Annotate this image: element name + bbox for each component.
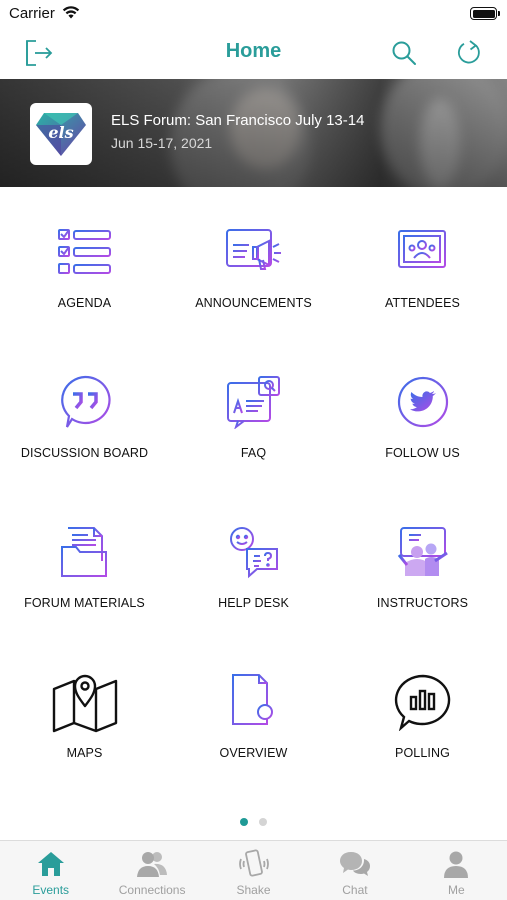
polling-chart-bubble-icon (388, 667, 458, 737)
event-title: ELS Forum: San Francisco July 13-14 (111, 112, 365, 129)
tab-shake[interactable]: Shake (203, 841, 304, 900)
tile-label: FAQ (240, 446, 267, 460)
twitter-bird-icon (388, 367, 458, 437)
tab-label: Connections (118, 883, 186, 897)
help-desk-icon (219, 517, 289, 587)
help-desk-tile[interactable]: HELP DESK (169, 487, 338, 637)
overview-tile[interactable]: OVERVIEW (169, 637, 338, 787)
tile-label: MAPS (66, 746, 103, 760)
tile-label: HELP DESK (218, 596, 289, 610)
tile-label: POLLING (395, 746, 450, 760)
announcements-tile[interactable]: ANNOUNCEMENTS (169, 187, 338, 337)
tile-label: ATTENDEES (385, 296, 460, 310)
phone-shake-icon (238, 849, 270, 879)
follow-us-tile[interactable]: FOLLOW US (338, 337, 507, 487)
instructors-board-icon (388, 517, 458, 587)
tab-label: Events (32, 883, 70, 897)
tile-label: OVERVIEW (219, 746, 288, 760)
map-pin-icon (50, 667, 120, 737)
home-icon (35, 849, 67, 879)
tab-chat[interactable]: Chat (304, 841, 405, 900)
faq-icon (219, 367, 289, 437)
tile-label: FORUM MATERIALS (24, 596, 145, 610)
maps-tile[interactable]: MAPS (0, 637, 169, 787)
event-banner[interactable]: els ELS Forum: San Francisco July 13-14 … (0, 79, 507, 187)
svg-text:els: els (48, 123, 73, 142)
polling-tile[interactable]: POLLING (338, 637, 507, 787)
page-indicator (0, 818, 507, 828)
page-dot-2[interactable] (259, 818, 267, 826)
tile-label: AGENDA (57, 296, 112, 310)
tile-label: ANNOUNCEMENTS (195, 296, 312, 310)
page-dot-1[interactable] (240, 818, 248, 826)
els-diamond-logo-icon: els (36, 113, 86, 156)
tab-label: Chat (342, 883, 368, 897)
tab-me[interactable]: Me (406, 841, 507, 900)
overview-document-search-icon (219, 667, 289, 737)
feature-grid: AGENDA ANNOUNCEMENTS ATTENDEES DISCUSSIO… (0, 187, 507, 827)
navigation-bar: Home (0, 28, 507, 79)
tab-bar: Events Connections Shake Chat Me (0, 840, 507, 900)
page-title: Home (225, 40, 282, 62)
tab-label: Shake (236, 883, 271, 897)
tile-label: DISCUSSION BOARD (20, 446, 149, 460)
people-icon (136, 849, 168, 879)
wifi-icon (62, 6, 80, 19)
tab-label: Me (447, 883, 465, 897)
tile-label: FOLLOW US (385, 446, 460, 460)
tab-events[interactable]: Events (0, 841, 101, 900)
search-icon[interactable] (388, 37, 420, 69)
event-date: Jun 15-17, 2021 (111, 135, 213, 151)
chat-bubbles-icon (339, 849, 371, 879)
tab-connections[interactable]: Connections (101, 841, 202, 900)
attendees-icon (388, 217, 458, 287)
carrier-label: Carrier (9, 5, 55, 22)
forum-materials-tile[interactable]: FORUM MATERIALS (0, 487, 169, 637)
announcements-megaphone-icon (219, 217, 289, 287)
agenda-checklist-icon (50, 217, 120, 287)
agenda-tile[interactable]: AGENDA (0, 187, 169, 337)
person-icon (440, 849, 472, 879)
battery-icon (470, 7, 500, 20)
event-logo: els (30, 103, 92, 165)
attendees-tile[interactable]: ATTENDEES (338, 187, 507, 337)
discussion-quote-bubble-icon (50, 367, 120, 437)
instructors-tile[interactable]: INSTRUCTORS (338, 487, 507, 637)
discussion-board-tile[interactable]: DISCUSSION BOARD (0, 337, 169, 487)
faq-tile[interactable]: FAQ (169, 337, 338, 487)
folder-documents-icon (50, 517, 120, 587)
status-bar: Carrier (0, 0, 507, 28)
tile-label: INSTRUCTORS (376, 596, 469, 610)
refresh-icon[interactable] (453, 37, 485, 69)
